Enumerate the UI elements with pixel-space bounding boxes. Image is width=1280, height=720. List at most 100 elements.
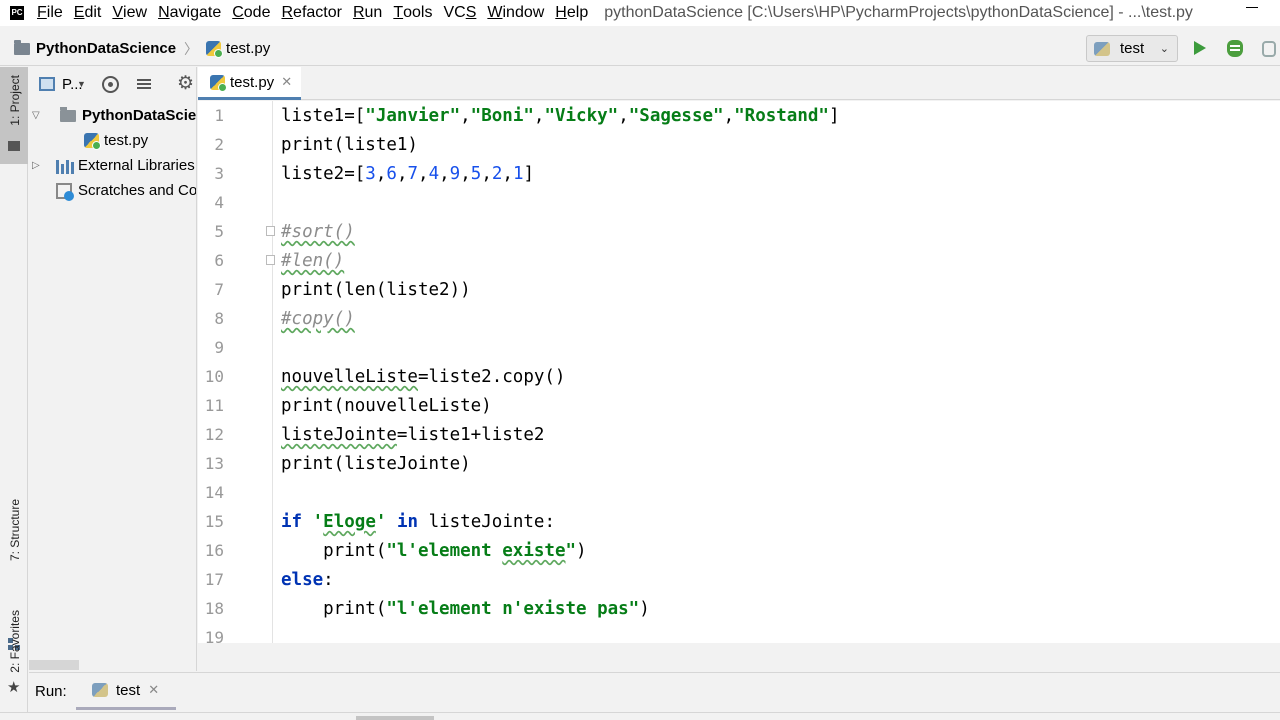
folder-icon: [60, 106, 76, 122]
favorites-tool-label[interactable]: 2: Favorites: [8, 610, 22, 673]
library-icon: [56, 158, 74, 174]
coverage-icon[interactable]: [1262, 41, 1276, 57]
minimize-icon[interactable]: [1246, 7, 1258, 8]
structure-tool-label[interactable]: 7: Structure: [8, 499, 22, 561]
locate-file-icon[interactable]: [102, 76, 119, 93]
line-number: 2: [214, 135, 224, 154]
menu-file[interactable]: File: [34, 0, 71, 26]
menu-tools[interactable]: Tools: [390, 0, 440, 26]
line-number: 17: [204, 570, 224, 589]
line-number: 1: [214, 106, 224, 125]
menu-navigate[interactable]: Navigate: [155, 0, 229, 26]
line-number: 3: [214, 164, 224, 183]
active-toolbar-segment: [356, 716, 434, 720]
python-icon: [1094, 41, 1110, 56]
code-editor[interactable]: 1 2 3 4 5 6 7 8 9 10 11 12 13 14 15 16 1…: [198, 101, 1280, 643]
code-line[interactable]: print(nouvelleListe): [281, 395, 492, 417]
menu-refactor[interactable]: Refactor: [278, 0, 349, 26]
code-line[interactable]: print(listeJointe): [281, 453, 471, 475]
code-line[interactable]: #sort(): [281, 221, 355, 243]
chevron-down-icon: ▽: [32, 110, 40, 121]
close-icon[interactable]: ✕: [281, 74, 292, 90]
project-panel-toolbar: P... ▼ ⚙: [29, 67, 196, 103]
window-title: pythonDataScience [C:\Users\HP\PycharmPr…: [604, 4, 1193, 21]
python-file-icon: [206, 41, 224, 58]
run-configuration-label: test: [1120, 40, 1145, 57]
code-line[interactable]: print(len(liste2)): [281, 279, 471, 301]
line-number: 4: [214, 193, 224, 212]
menu-window[interactable]: Window: [484, 0, 552, 26]
line-number-gutter: 1 2 3 4 5 6 7 8 9 10 11 12 13 14 15 16 1…: [198, 101, 275, 643]
star-icon: ★: [7, 679, 21, 696]
run-tab-label: test: [116, 681, 141, 699]
debug-icon[interactable]: [1227, 40, 1243, 57]
code-line[interactable]: liste2=[3,6,7,4,9,5,2,1]: [281, 163, 534, 185]
code-line[interactable]: #copy(): [281, 308, 355, 330]
code-line[interactable]: liste1=["Janvier","Boni","Vicky","Sagess…: [281, 105, 840, 127]
line-number: 14: [204, 483, 224, 502]
code-line[interactable]: if 'Eloge' in listeJointe:: [281, 511, 555, 533]
breadcrumb-file[interactable]: test.py: [226, 40, 270, 57]
breadcrumb-separator-icon: 〉: [184, 40, 199, 57]
project-tool-label: 1: Project: [8, 75, 22, 126]
collapse-all-icon[interactable]: [137, 77, 151, 91]
line-number: 9: [214, 338, 224, 357]
menu-code[interactable]: Code: [229, 0, 278, 26]
tree-item-scratches[interactable]: Scratches and Co: [56, 178, 197, 203]
line-number: 18: [204, 599, 224, 618]
tree-item-external-libraries[interactable]: ▷ External Libraries: [32, 153, 195, 178]
tab-test-py[interactable]: test.py ✕: [198, 67, 301, 100]
code-line[interactable]: print(liste1): [281, 134, 418, 156]
line-number: 13: [204, 454, 224, 473]
code-line[interactable]: print("l'element existe"): [281, 540, 586, 562]
chevron-right-icon: ▷: [32, 160, 40, 171]
horizontal-scrollbar[interactable]: [29, 660, 79, 670]
line-number: 15: [204, 512, 224, 531]
menu-run[interactable]: Run: [350, 0, 390, 26]
project-view-icon: [39, 77, 55, 91]
breadcrumb-project[interactable]: PythonDataScience: [36, 40, 176, 57]
close-icon[interactable]: ✕: [148, 682, 159, 698]
tree-item-label: test.py: [104, 132, 149, 149]
tree-item-project[interactable]: ▽ PythonDataScie: [32, 103, 196, 128]
pycharm-logo-icon: PC: [10, 6, 24, 20]
menu-vcs[interactable]: VC S: [440, 0, 484, 26]
left-tool-strip: 1: Project 7: Structure 2: Favorites ★: [0, 67, 28, 720]
fold-end-icon[interactable]: [266, 255, 275, 265]
menu-bar: PC File Edit View Navigate Code Refactor…: [0, 0, 1280, 26]
chevron-down-icon: ⌄: [1159, 43, 1169, 55]
line-number: 6: [214, 251, 224, 270]
line-number: 8: [214, 309, 224, 328]
run-label: Run:: [35, 683, 67, 700]
run-tab-test[interactable]: test ✕: [76, 673, 176, 710]
scratches-icon: [56, 182, 74, 201]
project-tool-button[interactable]: 1: Project: [0, 67, 28, 164]
code-line[interactable]: listeJointe=liste1+liste2: [281, 424, 544, 446]
menu-view[interactable]: View: [109, 0, 155, 26]
python-file-icon: [210, 74, 227, 92]
navigation-bar: PythonDataScience 〉 test.py test ⌄: [0, 32, 1280, 66]
menu-help[interactable]: Help: [552, 0, 596, 26]
tree-item-label: Scratches and Co: [78, 182, 197, 199]
tab-label: test.py: [230, 73, 275, 91]
code-line[interactable]: #len(): [281, 250, 344, 272]
menu-edit[interactable]: Edit: [71, 0, 110, 26]
python-icon: [92, 683, 108, 697]
run-configuration-select[interactable]: test ⌄: [1086, 35, 1178, 62]
gear-icon[interactable]: ⚙: [177, 72, 194, 95]
code-line[interactable]: nouvelleListe=liste2.copy(): [281, 366, 565, 388]
line-number: 5: [214, 222, 224, 241]
run-icon[interactable]: [1194, 41, 1206, 55]
python-file-icon: [84, 133, 101, 150]
code-line[interactable]: else:: [281, 569, 334, 591]
editor-tab-bar: test.py ✕: [198, 67, 1280, 100]
fold-start-icon[interactable]: [266, 226, 275, 236]
chevron-down-icon: ▼: [77, 79, 86, 89]
line-number: 12: [204, 425, 224, 444]
tree-item-test-py[interactable]: test.py: [84, 128, 148, 153]
project-panel: P... ▼ ⚙ ▽ PythonDataScie test.py ▷ Exte…: [29, 67, 197, 671]
run-toolbar-edge: [0, 712, 1280, 720]
code-line[interactable]: print("l'element n'existe pas"): [281, 598, 650, 620]
folder-icon: [14, 39, 30, 55]
line-number: 16: [204, 541, 224, 560]
